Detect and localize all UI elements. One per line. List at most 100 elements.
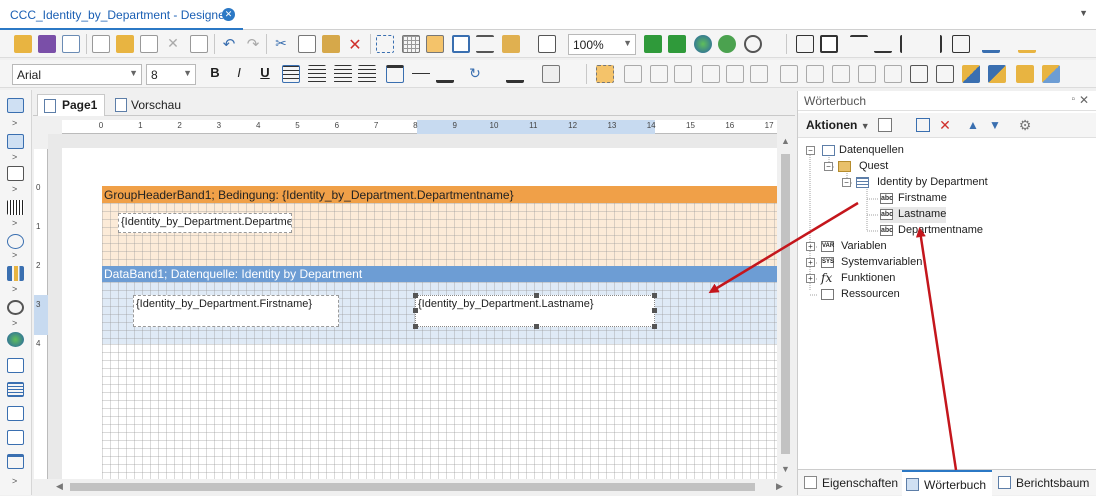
page-free-area[interactable] (102, 344, 777, 479)
horizontal-ruler[interactable]: 0 1 2 3 4 5 6 7 8 9 10 11 12 13 14 15 16 17 (62, 120, 777, 134)
resize-handle[interactable] (652, 293, 657, 298)
group-icon[interactable] (1016, 65, 1034, 83)
vertical-ruler[interactable]: 0 1 2 3 4 (34, 149, 48, 479)
italic-button[interactable]: I (230, 65, 248, 80)
more-chevron-icon[interactable]: > (12, 476, 17, 486)
scroll-left-icon[interactable]: ◀ (56, 481, 63, 492)
collapse-icon[interactable]: − (842, 178, 851, 187)
actions-menu-button[interactable]: Aktionen ▼ (806, 118, 870, 132)
expand-icon[interactable]: + (806, 258, 815, 267)
redo-icon[interactable]: ↷ (244, 35, 262, 53)
resize-handle[interactable] (413, 324, 418, 329)
stopwatch-icon[interactable] (744, 35, 762, 53)
tab-properties[interactable]: Eigenschaften (800, 470, 900, 496)
cross-band-icon[interactable] (7, 134, 24, 149)
align-left-icon[interactable] (282, 65, 300, 83)
zoom-dropdown-icon[interactable]: ▼ (623, 38, 632, 48)
frame-left-icon[interactable] (900, 35, 918, 53)
tab-list-chevron-icon[interactable]: ▼ (1079, 8, 1088, 18)
scroll-up-icon[interactable]: ▲ (781, 136, 790, 146)
expand-chevron-icon[interactable]: > (12, 250, 17, 260)
show-grid-icon[interactable] (402, 35, 420, 53)
expand-icon[interactable]: + (806, 274, 815, 283)
globe-icon[interactable] (694, 35, 712, 53)
resize-handle[interactable] (534, 293, 539, 298)
group-header-band[interactable]: {Identity_by_Department.Departmentname} (102, 203, 777, 266)
tab-report-tree[interactable]: Berichtsbaum (994, 470, 1096, 496)
frame-all-icon[interactable] (796, 35, 814, 53)
space-vertical-icon[interactable] (806, 65, 824, 83)
move-down-icon[interactable]: ▼ (988, 118, 1002, 132)
styles-icon[interactable] (502, 35, 520, 53)
same-width-icon[interactable] (884, 65, 902, 83)
expand-chevron-icon[interactable]: > (12, 284, 17, 294)
frame-right-icon[interactable] (924, 35, 942, 53)
space-horizontal-icon[interactable] (780, 65, 798, 83)
data-band[interactable]: {Identity_by_Department.Firstname} {Iden… (102, 282, 777, 344)
scroll-right-icon[interactable]: ▶ (776, 481, 783, 492)
band-icon[interactable] (476, 35, 494, 53)
rotate-text-icon[interactable]: ↻ (466, 65, 484, 83)
expand-chevron-icon[interactable]: > (12, 318, 17, 328)
data-wizard-icon[interactable] (116, 35, 134, 53)
highlight-icon[interactable] (542, 65, 560, 83)
same-size-icon[interactable] (936, 65, 954, 83)
report-options-icon[interactable] (140, 35, 158, 53)
frame-top-icon[interactable] (850, 35, 868, 53)
departmentname-field[interactable]: {Identity_by_Department.Departmentname} (118, 213, 292, 233)
tab-dictionary[interactable]: Wörterbuch (902, 470, 992, 496)
align-grid-icon[interactable] (596, 65, 614, 83)
cut-icon[interactable]: ✂ (272, 35, 290, 53)
resize-handle[interactable] (413, 308, 418, 313)
move-up-icon[interactable]: ▲ (966, 118, 980, 132)
send-to-back-icon[interactable] (988, 65, 1006, 83)
font-size-dropdown-icon[interactable]: ▼ (183, 68, 192, 78)
resize-handle[interactable] (652, 308, 657, 313)
expand-chevron-icon[interactable]: > (12, 184, 17, 194)
text-color-icon[interactable] (506, 65, 524, 83)
valign-middle-icon[interactable] (412, 65, 430, 83)
fit-page-icon[interactable] (538, 35, 556, 53)
delete-item-icon[interactable]: ✕ (938, 118, 952, 132)
align-center-icon[interactable] (308, 65, 326, 83)
tab-preview[interactable]: Vorschau (109, 94, 181, 116)
data-band-caption[interactable]: DataBand1; Datenquelle: Identity by Depa… (102, 266, 777, 282)
report-page[interactable]: GroupHeaderBand1; Bedingung: {Identity_b… (62, 148, 777, 479)
horizontal-scrollbar[interactable]: ◀ ▶ (48, 479, 794, 495)
shape-icon[interactable] (7, 234, 24, 249)
vertical-scroll-thumb[interactable] (781, 154, 790, 454)
horizontal-scroll-thumb[interactable] (70, 483, 755, 491)
font-size-combo[interactable]: 8 ▼ (146, 64, 196, 85)
select-all-icon[interactable] (376, 35, 394, 53)
bring-to-front-icon[interactable] (962, 65, 980, 83)
band-component-icon[interactable] (7, 98, 24, 113)
center-vertical-icon[interactable] (858, 65, 876, 83)
expand-chevron-icon[interactable]: > (12, 152, 17, 162)
picture-icon[interactable] (7, 430, 24, 445)
group-header-band-caption[interactable]: GroupHeaderBand1; Bedingung: {Identity_b… (102, 186, 777, 203)
lastname-field[interactable]: {Identity_by_Department.Lastname} (415, 295, 655, 327)
page-setup-icon[interactable] (92, 35, 110, 53)
print-preview-icon[interactable] (62, 35, 80, 53)
page-icon[interactable] (452, 35, 470, 53)
document-tab[interactable]: CCC_Identity_by_Department - Designer ✕ (0, 0, 243, 30)
valign-bottom-icon[interactable] (436, 65, 454, 83)
design-canvas[interactable]: GroupHeaderBand1; Bedingung: {Identity_b… (48, 134, 777, 479)
align-to-grid-icon[interactable] (426, 35, 444, 53)
align-lefts-icon[interactable] (624, 65, 642, 83)
undo-icon[interactable]: ↶ (220, 35, 238, 53)
resize-handle[interactable] (652, 324, 657, 329)
pin-icon[interactable]: ▫ (1071, 94, 1075, 105)
run-report-icon[interactable] (644, 35, 662, 53)
run-design-icon[interactable] (668, 35, 686, 53)
same-height-icon[interactable] (910, 65, 928, 83)
tree-node-lastname[interactable]: abc Lastname (880, 207, 946, 223)
underline-button[interactable]: U (256, 65, 274, 80)
frame-style-icon[interactable] (952, 35, 970, 53)
line-color-icon[interactable] (982, 35, 1000, 53)
cut-disabled-icon[interactable]: ✕ (164, 35, 182, 53)
close-tab-icon[interactable]: ✕ (222, 8, 235, 21)
vertical-scrollbar[interactable]: ▲ ▼ (777, 134, 794, 479)
font-family-combo[interactable]: Arial ▼ (12, 64, 142, 85)
resize-handle[interactable] (534, 324, 539, 329)
